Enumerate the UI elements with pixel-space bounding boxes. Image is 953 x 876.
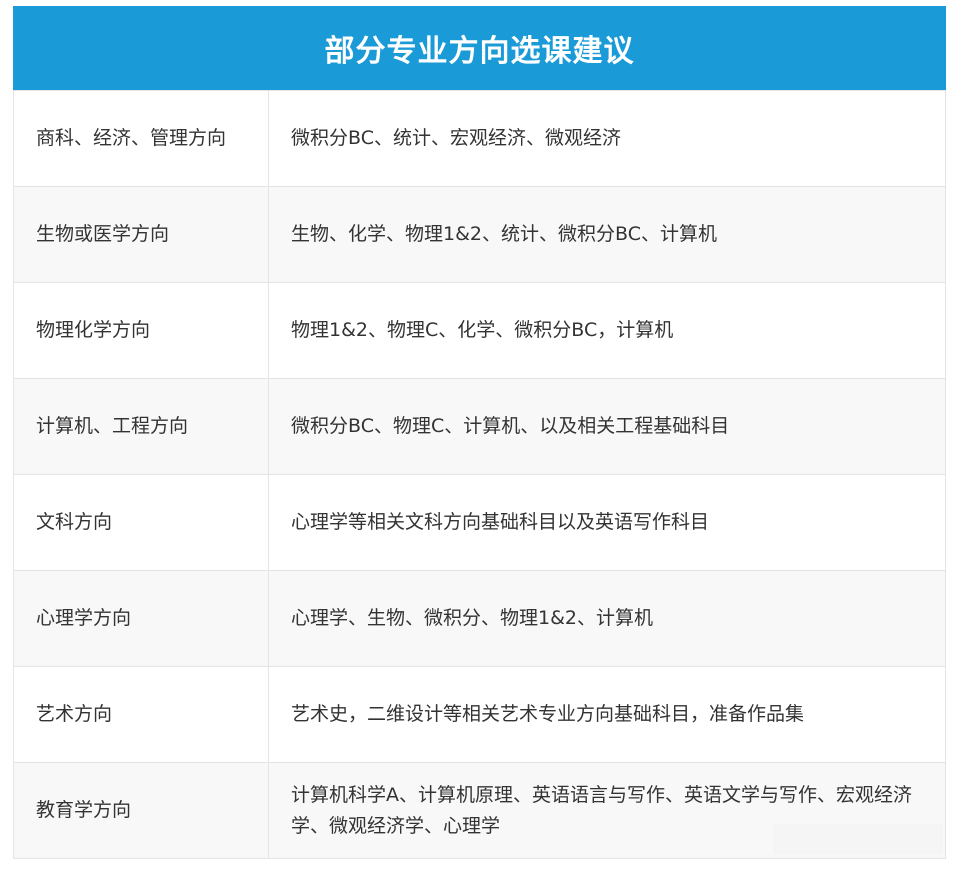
courses-cell: 心理学、生物、微积分、物理1&2、计算机 [268, 570, 946, 667]
major-cell: 教育学方向 [13, 762, 269, 859]
courses-cell: 微积分BC、物理C、计算机、以及相关工程基础科目 [268, 378, 946, 475]
major-cell: 文科方向 [13, 474, 269, 571]
major-cell: 计算机、工程方向 [13, 378, 269, 475]
courses-cell: 生物、化学、物理1&2、统计、微积分BC、计算机 [268, 186, 946, 283]
courses-cell: 微积分BC、统计、宏观经济、微观经济 [268, 90, 946, 187]
major-cell: 物理化学方向 [13, 282, 269, 379]
table-row: 生物或医学方向 生物、化学、物理1&2、统计、微积分BC、计算机 [13, 186, 946, 283]
major-cell: 心理学方向 [13, 570, 269, 667]
course-recommendation-table: 商科、经济、管理方向 微积分BC、统计、宏观经济、微观经济 生物或医学方向 生物… [13, 90, 946, 859]
watermark-logo [773, 824, 943, 854]
table-row: 艺术方向 艺术史，二维设计等相关艺术专业方向基础科目，准备作品集 [13, 666, 946, 763]
table-title: 部分专业方向选课建议 [13, 6, 946, 90]
table-row: 文科方向 心理学等相关文科方向基础科目以及英语写作科目 [13, 474, 946, 571]
table-row: 心理学方向 心理学、生物、微积分、物理1&2、计算机 [13, 570, 946, 667]
major-cell: 艺术方向 [13, 666, 269, 763]
courses-cell: 心理学等相关文科方向基础科目以及英语写作科目 [268, 474, 946, 571]
major-cell: 商科、经济、管理方向 [13, 90, 269, 187]
courses-cell: 艺术史，二维设计等相关艺术专业方向基础科目，准备作品集 [268, 666, 946, 763]
course-table-container: 部分专业方向选课建议 商科、经济、管理方向 微积分BC、统计、宏观经济、微观经济… [13, 6, 946, 859]
courses-cell: 物理1&2、物理C、化学、微积分BC，计算机 [268, 282, 946, 379]
table-row: 计算机、工程方向 微积分BC、物理C、计算机、以及相关工程基础科目 [13, 378, 946, 475]
major-cell: 生物或医学方向 [13, 186, 269, 283]
table-row: 商科、经济、管理方向 微积分BC、统计、宏观经济、微观经济 [13, 90, 946, 187]
table-row: 物理化学方向 物理1&2、物理C、化学、微积分BC，计算机 [13, 282, 946, 379]
